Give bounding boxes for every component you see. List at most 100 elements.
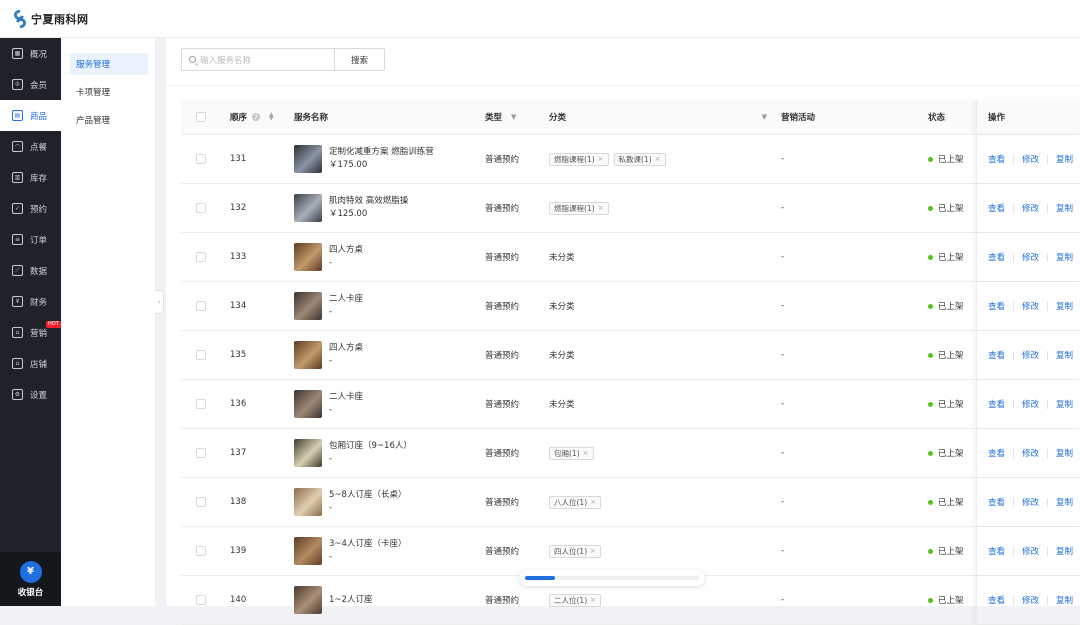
service-name[interactable]: 5~8人订座（长桌） <box>329 489 406 502</box>
status-text: 已上架 <box>938 155 964 165</box>
view-link[interactable]: 查看 <box>988 545 1005 557</box>
edit-link[interactable]: 修改 <box>1022 545 1039 557</box>
row-checkbox[interactable] <box>196 497 206 507</box>
nav-item-4[interactable]: ▥ 库存 <box>0 162 61 193</box>
nav-item-10[interactable]: ⌂ 店铺 <box>0 348 61 379</box>
nav-item-3[interactable]: ◠ 点餐 <box>0 131 61 162</box>
service-thumbnail <box>294 488 322 516</box>
cashier-button[interactable]: ¥ 收银台 <box>0 552 61 606</box>
nav-item-7[interactable]: ⟋ 数据 <box>0 255 61 286</box>
view-link[interactable]: 查看 <box>988 398 1005 410</box>
edit-link[interactable]: 修改 <box>1022 496 1039 508</box>
remove-tag-icon[interactable]: × <box>590 498 596 506</box>
nav-item-9[interactable]: ⌂ 营销 HOT <box>0 317 61 348</box>
row-checkbox[interactable] <box>196 252 206 262</box>
copy-link[interactable]: 复制 <box>1056 202 1073 214</box>
copy-link[interactable]: 复制 <box>1056 447 1073 459</box>
edit-link[interactable]: 修改 <box>1022 251 1039 263</box>
copy-link[interactable]: 复制 <box>1056 153 1073 165</box>
table-row: 132 肌肉特效 高效燃脂操 ￥125.00 普通预约 燃脂课程(1) × - 已上架 查看 修改… <box>181 184 1080 233</box>
status-dot <box>928 156 933 162</box>
service-price: - <box>329 356 333 366</box>
sub-nav-item-2[interactable]: 产品管理 <box>70 109 148 131</box>
service-name[interactable]: 二人卡座 <box>329 391 363 404</box>
sort-icon[interactable]: ▲ ▼ <box>269 112 274 122</box>
select-all-checkbox[interactable] <box>196 112 206 122</box>
remove-tag-icon[interactable]: × <box>598 155 604 163</box>
nav-item-5[interactable]: ✓ 预约 <box>0 193 61 224</box>
row-seq: 136 <box>230 399 247 409</box>
overview-icon: ▦ <box>12 48 23 59</box>
nav-item-1[interactable]: ♔ 会员 <box>0 69 61 100</box>
row-checkbox[interactable] <box>196 350 206 360</box>
search-bar: 输入服务名称 搜索 <box>181 48 385 71</box>
row-checkbox[interactable] <box>196 546 206 556</box>
service-name[interactable]: 定制化减重方案 燃脂训练营 <box>329 146 434 159</box>
service-name[interactable]: 二人卡座 <box>329 293 363 306</box>
row-checkbox[interactable] <box>196 301 206 311</box>
edit-link[interactable]: 修改 <box>1022 202 1039 214</box>
search-button[interactable]: 搜索 <box>335 48 385 71</box>
service-name[interactable]: 四人方桌 <box>329 244 363 257</box>
sub-nav-item-0[interactable]: 服务管理 <box>70 53 148 75</box>
edit-link[interactable]: 修改 <box>1022 300 1039 312</box>
edit-link[interactable]: 修改 <box>1022 447 1039 459</box>
row-checkbox[interactable] <box>196 399 206 409</box>
nav-item-0[interactable]: ▦ 概况 <box>0 38 61 69</box>
service-name[interactable]: 3~4人订座（卡座） <box>329 538 406 551</box>
copy-link[interactable]: 复制 <box>1056 300 1073 312</box>
copy-link[interactable]: 复制 <box>1056 594 1073 606</box>
edit-link[interactable]: 修改 <box>1022 349 1039 361</box>
marketing-value: - <box>781 448 785 458</box>
row-checkbox[interactable] <box>196 203 206 213</box>
category-tag: 私教课(1) × <box>613 152 666 166</box>
info-icon[interactable]: ? <box>252 113 261 121</box>
nav-item-2[interactable]: ▤ 商品 <box>0 100 61 131</box>
view-link[interactable]: 查看 <box>988 496 1005 508</box>
copy-link[interactable]: 复制 <box>1056 545 1073 557</box>
copy-link[interactable]: 复制 <box>1056 496 1073 508</box>
copy-link[interactable]: 复制 <box>1056 398 1073 410</box>
header-marketing: 营销活动 <box>781 113 816 123</box>
service-name[interactable]: 肌肉特效 高效燃脂操 <box>329 195 408 208</box>
remove-tag-icon[interactable]: × <box>598 204 604 212</box>
filter-icon[interactable]: ▼ <box>511 113 516 121</box>
service-name[interactable]: 1~2人订座 <box>329 594 372 607</box>
filter-icon[interactable]: ▼ <box>762 113 767 121</box>
row-checkbox[interactable] <box>196 595 206 605</box>
service-name[interactable]: 四人方桌 <box>329 342 363 355</box>
row-checkbox[interactable] <box>196 154 206 164</box>
view-link[interactable]: 查看 <box>988 594 1005 606</box>
edit-link[interactable]: 修改 <box>1022 398 1039 410</box>
service-thumbnail <box>294 390 322 418</box>
copy-link[interactable]: 复制 <box>1056 251 1073 263</box>
category-tag-label: 私教课(1) <box>618 154 652 164</box>
remove-tag-icon[interactable]: × <box>590 547 596 555</box>
service-name[interactable]: 包厢订座（9~16人） <box>329 440 412 453</box>
view-link[interactable]: 查看 <box>988 349 1005 361</box>
header-status: 状态 <box>928 113 946 123</box>
edit-link[interactable]: 修改 <box>1022 153 1039 165</box>
remove-tag-icon[interactable]: × <box>583 449 589 457</box>
loading-progress-bar <box>519 570 705 586</box>
nav-item-8[interactable]: ¥ 财务 <box>0 286 61 317</box>
service-thumbnail <box>294 537 322 565</box>
copy-link[interactable]: 复制 <box>1056 349 1073 361</box>
edit-link[interactable]: 修改 <box>1022 594 1039 606</box>
sub-nav-item-1[interactable]: 卡项管理 <box>70 81 148 103</box>
nav-item-11[interactable]: ⚙ 设置 <box>0 379 61 410</box>
search-input[interactable]: 输入服务名称 <box>181 48 335 71</box>
nav-item-6[interactable]: ≡ 订单 <box>0 224 61 255</box>
view-link[interactable]: 查看 <box>988 202 1005 214</box>
view-link[interactable]: 查看 <box>988 251 1005 263</box>
remove-tag-icon[interactable]: × <box>655 155 661 163</box>
sub-nav: 服务管理卡项管理产品管理 <box>61 38 155 606</box>
collapse-sidebar-handle[interactable]: ‹ <box>155 290 164 314</box>
view-link[interactable]: 查看 <box>988 153 1005 165</box>
nav-item-label: 库存 <box>30 173 48 184</box>
view-link[interactable]: 查看 <box>988 447 1005 459</box>
view-link[interactable]: 查看 <box>988 300 1005 312</box>
remove-tag-icon[interactable]: × <box>590 596 596 604</box>
row-checkbox[interactable] <box>196 448 206 458</box>
row-seq: 131 <box>230 154 247 164</box>
